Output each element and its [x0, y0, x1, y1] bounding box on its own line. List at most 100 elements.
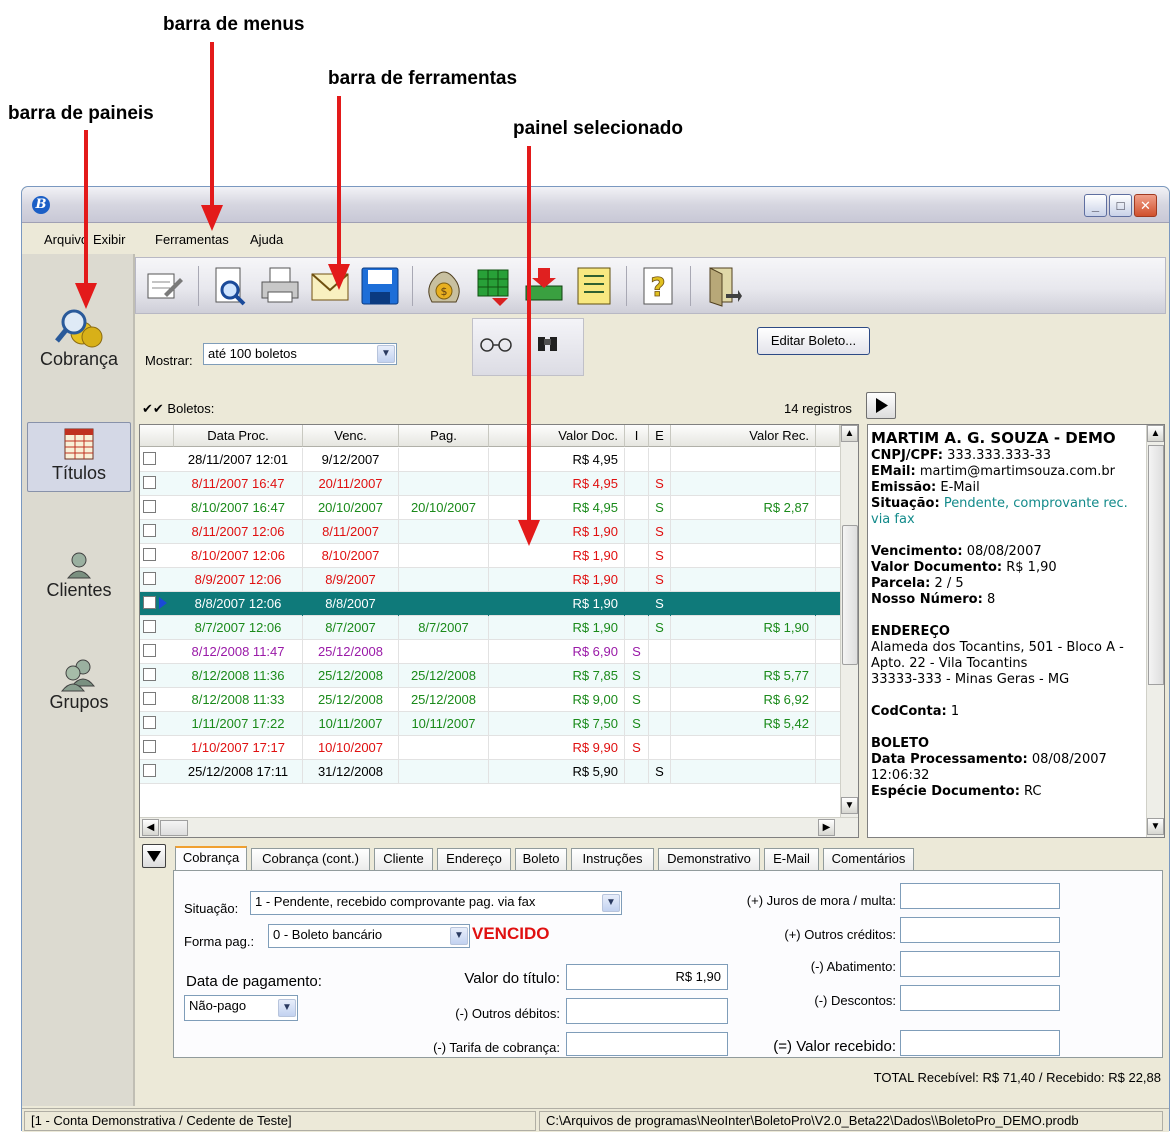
- maximize-button[interactable]: □: [1109, 194, 1132, 217]
- scroll-down-button[interactable]: ▼: [841, 797, 858, 814]
- scroll-left-button[interactable]: ◀: [142, 819, 159, 836]
- data-pagamento-select[interactable]: Não-pago ▼: [184, 995, 298, 1021]
- panel-cobranca[interactable]: Cobrança: [27, 307, 131, 379]
- toggle-detail-button[interactable]: [866, 392, 896, 419]
- chevron-down-icon[interactable]: ▼: [602, 894, 620, 912]
- abatimento-field[interactable]: [900, 951, 1060, 977]
- row-checkbox[interactable]: [143, 620, 156, 633]
- scroll-up-button[interactable]: ▲: [841, 425, 858, 442]
- table-row[interactable]: 8/11/2007 16:47 20/11/2007 R$ 4,95 S: [140, 472, 840, 496]
- tab-instrucoes[interactable]: Instruções: [571, 848, 654, 870]
- table-row[interactable]: 8/7/2007 12:06 8/7/2007 8/7/2007 R$ 1,90 S R$…: [140, 616, 840, 640]
- table-row[interactable]: 8/11/2007 12:06 8/11/2007 R$ 1,90 S: [140, 520, 840, 544]
- tab-comentarios[interactable]: Comentários: [823, 848, 914, 870]
- tab-cobranca-cont[interactable]: Cobrança (cont.): [251, 848, 370, 870]
- edit-form-icon[interactable]: [142, 264, 186, 308]
- grid-header-e[interactable]: E: [649, 425, 671, 447]
- table-row[interactable]: 28/11/2007 12:01 9/12/2007 R$ 4,95: [140, 448, 840, 472]
- preview-icon[interactable]: [208, 264, 252, 308]
- table-row[interactable]: 1/10/2007 17:17 10/10/2007 R$ 9,90 S: [140, 736, 840, 760]
- panel-titulos[interactable]: Títulos: [27, 422, 131, 492]
- tab-boleto[interactable]: Boleto: [515, 848, 567, 870]
- grid-header-valordoc[interactable]: Valor Doc.: [489, 425, 625, 447]
- forma-pag-select[interactable]: 0 - Boleto bancário ▼: [268, 924, 470, 948]
- tab-cliente[interactable]: Cliente: [374, 848, 433, 870]
- menu-ajuda[interactable]: Ajuda: [250, 232, 283, 247]
- title-bar[interactable]: B _ □ ✕: [22, 187, 1169, 223]
- tab-cobranca[interactable]: Cobrança: [175, 846, 247, 870]
- tab-endereco[interactable]: Endereço: [437, 848, 511, 870]
- chevron-down-icon[interactable]: ▼: [377, 345, 395, 363]
- table-row[interactable]: 8/12/2008 11:36 25/12/2008 25/12/2008 R$ 7,…: [140, 664, 840, 688]
- report-icon[interactable]: [572, 264, 616, 308]
- menu-arquivo[interactable]: Arquivo: [44, 232, 88, 247]
- row-checkbox[interactable]: [143, 572, 156, 585]
- mostrar-select[interactable]: até 100 boletos ▼: [203, 343, 397, 365]
- exit-icon[interactable]: [700, 264, 744, 308]
- scroll-down-button[interactable]: ▼: [1147, 818, 1164, 835]
- glasses-icon[interactable]: [477, 333, 519, 355]
- table-row[interactable]: 8/10/2007 12:06 8/10/2007 R$ 1,90 S: [140, 544, 840, 568]
- close-button[interactable]: ✕: [1134, 194, 1157, 217]
- row-checkbox[interactable]: [143, 740, 156, 753]
- grid-header-pag[interactable]: Pag.: [399, 425, 489, 447]
- cell-proc: 8/11/2007 12:06: [174, 520, 303, 544]
- row-checkbox[interactable]: [143, 644, 156, 657]
- outros-creditos-field[interactable]: [900, 917, 1060, 943]
- row-checkbox[interactable]: [143, 500, 156, 513]
- valor-titulo-field[interactable]: R$ 1,90: [566, 964, 728, 990]
- table-row[interactable]: 8/8/2007 12:06 8/8/2007 R$ 1,90 S: [140, 592, 840, 616]
- grid-header-venc[interactable]: Venc.: [303, 425, 399, 447]
- save-icon[interactable]: [358, 264, 402, 308]
- grid-hscroll[interactable]: ◀ ▶: [140, 817, 858, 837]
- editar-boleto-button[interactable]: Editar Boleto...: [757, 327, 870, 355]
- table-row[interactable]: 8/12/2008 11:33 25/12/2008 25/12/2008 R$ 9,…: [140, 688, 840, 712]
- row-checkbox[interactable]: [143, 476, 156, 489]
- table-row[interactable]: 8/12/2008 11:47 25/12/2008 R$ 6,90 S: [140, 640, 840, 664]
- detail-vscroll[interactable]: ▲ ▼: [1146, 425, 1164, 837]
- chevron-down-icon[interactable]: ▼: [450, 927, 468, 945]
- cell-venc: 8/7/2007: [303, 616, 399, 640]
- money-bag-icon[interactable]: $: [422, 264, 466, 308]
- table-row[interactable]: 1/11/2007 17:22 10/11/2007 10/11/2007 R$ 7,…: [140, 712, 840, 736]
- tab-email[interactable]: E-Mail: [764, 848, 819, 870]
- minimize-button[interactable]: _: [1084, 194, 1107, 217]
- help-icon[interactable]: ?: [636, 264, 680, 308]
- valor-recebido-field[interactable]: [900, 1030, 1060, 1056]
- scroll-right-button[interactable]: ▶: [818, 819, 835, 836]
- collapse-tabs-button[interactable]: [142, 844, 166, 868]
- panel-grupos[interactable]: Grupos: [27, 658, 131, 722]
- row-checkbox[interactable]: [143, 764, 156, 777]
- scroll-thumb[interactable]: [1148, 445, 1164, 685]
- row-checkbox[interactable]: [143, 596, 156, 609]
- tarifa-field[interactable]: [566, 1032, 728, 1056]
- row-checkbox[interactable]: [143, 692, 156, 705]
- grid-header-valorrec[interactable]: Valor Rec.: [671, 425, 816, 447]
- binoculars-icon[interactable]: [535, 331, 561, 355]
- tab-demonstrativo[interactable]: Demonstrativo: [658, 848, 760, 870]
- row-checkbox[interactable]: [143, 548, 156, 561]
- row-checkbox[interactable]: [143, 452, 156, 465]
- table-row[interactable]: 8/9/2007 12:06 8/9/2007 R$ 1,90 S: [140, 568, 840, 592]
- print-icon[interactable]: [258, 264, 302, 308]
- menu-ferramentas[interactable]: Ferramentas: [155, 232, 229, 247]
- grid-transfer-icon[interactable]: [472, 264, 516, 308]
- row-checkbox[interactable]: [143, 524, 156, 537]
- situacao-select[interactable]: 1 - Pendente, recebido comprovante pag. …: [250, 891, 622, 915]
- table-row[interactable]: 8/10/2007 16:47 20/10/2007 20/10/2007 R$ 4,…: [140, 496, 840, 520]
- menu-exibir[interactable]: Exibir: [93, 232, 126, 247]
- grid-vscroll[interactable]: ▲ ▼: [840, 425, 858, 817]
- grid-header-dataproc[interactable]: Data Proc.: [174, 425, 303, 447]
- grid-header-i[interactable]: I: [625, 425, 649, 447]
- scroll-up-button[interactable]: ▲: [1147, 425, 1164, 442]
- table-row[interactable]: 25/12/2008 17:11 31/12/2008 R$ 5,90 S: [140, 760, 840, 784]
- juros-field[interactable]: [900, 883, 1060, 909]
- hscroll-thumb[interactable]: [160, 820, 188, 836]
- row-checkbox[interactable]: [143, 668, 156, 681]
- descontos-field[interactable]: [900, 985, 1060, 1011]
- chevron-down-icon[interactable]: ▼: [278, 999, 296, 1017]
- outros-debitos-field[interactable]: [566, 998, 728, 1024]
- row-checkbox[interactable]: [143, 716, 156, 729]
- scroll-thumb[interactable]: [842, 525, 858, 665]
- panel-clientes[interactable]: Clientes: [27, 550, 131, 610]
